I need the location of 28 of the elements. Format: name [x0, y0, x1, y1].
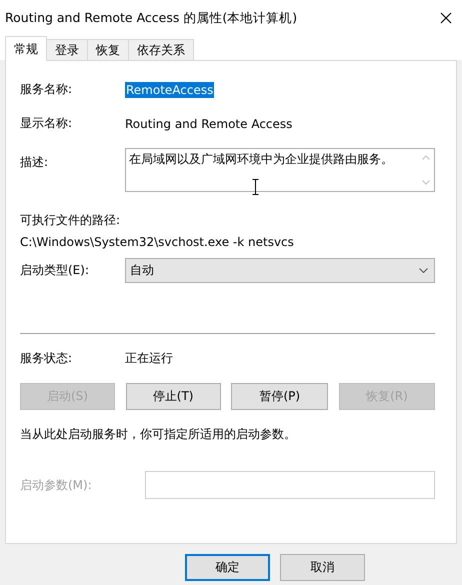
description-box[interactable]: 在局域网以及广域网环境中为企业提供路由服务。 — [125, 148, 435, 192]
service-name-value: RemoteAccess — [125, 82, 214, 98]
field-label: 服务名称: — [20, 81, 74, 98]
hint-text: 当从此处启动服务时，你可指定所适用的启动参数。 — [20, 426, 297, 443]
tab[interactable]: 登录 — [46, 39, 88, 60]
chevron-down-icon — [419, 268, 428, 273]
path-value: C:\Windows\System32\svchost.exe -k netsvcs — [20, 235, 295, 249]
field-label: 显示名称: — [20, 115, 74, 132]
tab[interactable]: 依存关系 — [128, 39, 194, 60]
field-label: 启动参数(M): — [20, 476, 93, 494]
tab[interactable]: 常规 — [5, 36, 47, 61]
startup-type-dropdown[interactable]: 自动 — [125, 258, 435, 283]
scroll-up-icon[interactable] — [422, 155, 430, 160]
dialog-button[interactable]: 确定 — [185, 554, 270, 581]
dialog-button[interactable]: 取消 — [280, 554, 365, 581]
field-label: 描述: — [20, 154, 50, 171]
field-label: 启动类型(E): — [20, 262, 90, 279]
close-icon[interactable] — [440, 12, 452, 24]
status-value: 正在运行 — [125, 350, 173, 367]
tab[interactable]: 恢复 — [87, 39, 129, 60]
service-control-button[interactable]: 暂停(P) — [231, 383, 328, 410]
scroll-down-icon[interactable] — [422, 180, 430, 185]
display-name-value: Routing and Remote Access — [125, 116, 292, 130]
service-control-button[interactable]: 停止(T) — [126, 383, 221, 410]
text-cursor-icon — [252, 179, 259, 195]
field-label: 可执行文件的路径: — [20, 212, 122, 229]
field-label: 服务状态: — [20, 350, 74, 367]
window-title: Routing and Remote Access 的属性(本地计算机) — [5, 10, 298, 26]
